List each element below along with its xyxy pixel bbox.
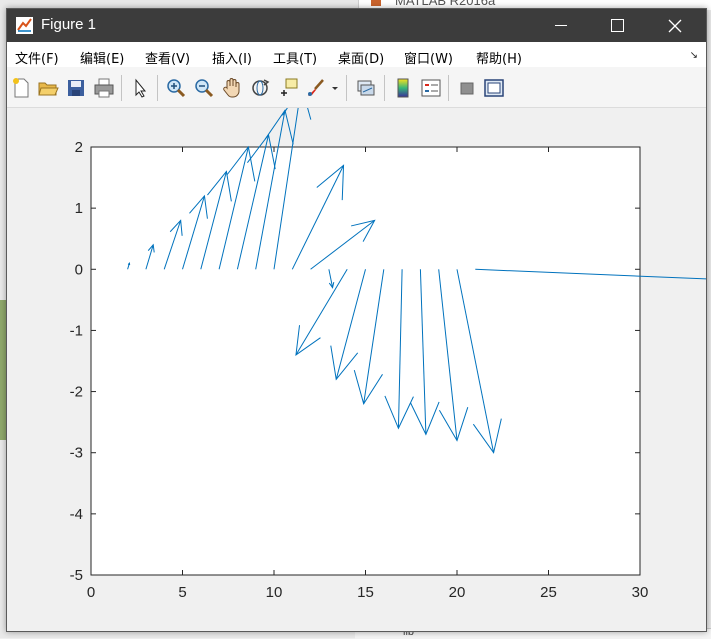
x-tick-label: 25	[540, 584, 557, 601]
title-bar[interactable]: Figure 1	[7, 9, 706, 42]
x-tick-label: 5	[178, 584, 186, 601]
menu-bar: 文件(F) 编辑(E) 查看(V) 插入(I) 工具(T) 桌面(D) 窗口(W…	[7, 42, 706, 67]
menu-help[interactable]: 帮助(H)	[476, 48, 522, 67]
y-tick-label: -3	[70, 445, 83, 462]
matlab-figure-icon	[16, 17, 33, 34]
zoom-out-icon[interactable]	[193, 77, 215, 99]
x-tick-label: 10	[266, 584, 283, 601]
y-tick-label: -2	[70, 384, 83, 401]
x-tick-label: 20	[449, 584, 466, 601]
y-tick-label: 0	[75, 261, 83, 278]
axes-box	[90, 146, 641, 576]
link-plot-icon[interactable]	[355, 77, 377, 99]
y-tick-label: -1	[70, 322, 83, 339]
menu-file[interactable]: 文件(F)	[15, 48, 59, 67]
y-tick-label: 1	[75, 200, 83, 217]
window-title: Figure 1	[41, 16, 97, 33]
zoom-in-icon[interactable]	[165, 77, 187, 99]
toolbar-separator	[346, 75, 347, 101]
menu-tools[interactable]: 工具(T)	[273, 48, 317, 67]
print-icon[interactable]	[93, 77, 115, 99]
toolbar-separator	[448, 75, 449, 101]
menu-edit[interactable]: 编辑(E)	[80, 48, 124, 67]
toolbar-separator	[157, 75, 158, 101]
quiver-plot[interactable]: 0 5 10 15 20 25 30210-1-2-3-4-5	[7, 84, 711, 631]
menu-window[interactable]: 窗口(W)	[404, 48, 453, 67]
pointer-icon[interactable]	[129, 77, 151, 99]
plot-area: 0 5 10 15 20 25 30 2 1 0 -1 -2 -3 -4 -5	[7, 84, 711, 631]
x-tick-label: 0	[87, 584, 95, 601]
maximize-icon	[610, 19, 624, 32]
save-icon[interactable]	[65, 77, 87, 99]
minimize-icon	[555, 25, 567, 26]
show-plot-tools-icon[interactable]	[483, 77, 505, 99]
maximize-button[interactable]	[589, 9, 645, 42]
brush-icon[interactable]	[305, 77, 327, 99]
legend-icon[interactable]	[420, 77, 442, 99]
menu-insert[interactable]: 插入(I)	[212, 48, 252, 67]
brush-dropdown-icon[interactable]	[330, 77, 340, 99]
y-tick-label: -5	[70, 567, 83, 584]
x-tick-label: 15	[357, 584, 374, 601]
menu-desktop[interactable]: 桌面(D)	[338, 48, 384, 67]
close-button[interactable]	[647, 9, 703, 42]
menu-view[interactable]: 查看(V)	[145, 48, 190, 67]
hide-plot-tools-icon[interactable]	[456, 77, 478, 99]
figure-window: Figure 1 文件(F) 编辑(E) 查看(V) 插入(I) 工具(T) 桌…	[6, 8, 711, 632]
figure-toolbar	[7, 67, 706, 108]
y-tick-label: -4	[70, 506, 83, 523]
y-tick-label: 2	[75, 139, 83, 156]
open-file-icon[interactable]	[37, 77, 59, 99]
new-figure-icon[interactable]	[10, 77, 32, 99]
menu-overflow-icon[interactable]: ↘	[690, 50, 698, 61]
toolbar-separator	[121, 75, 122, 101]
close-icon	[668, 19, 682, 32]
matlab-logo-icon	[371, 0, 381, 6]
toolbar-separator	[384, 75, 385, 101]
colorbar-icon[interactable]	[392, 77, 414, 99]
background-matlab-title: MATLAB R2016a	[395, 0, 496, 8]
minimize-button[interactable]	[533, 9, 589, 42]
data-cursor-icon[interactable]	[277, 77, 299, 99]
pan-hand-icon[interactable]	[221, 77, 243, 99]
rotate-3d-icon[interactable]	[249, 77, 271, 99]
x-tick-label: 30	[632, 584, 649, 601]
